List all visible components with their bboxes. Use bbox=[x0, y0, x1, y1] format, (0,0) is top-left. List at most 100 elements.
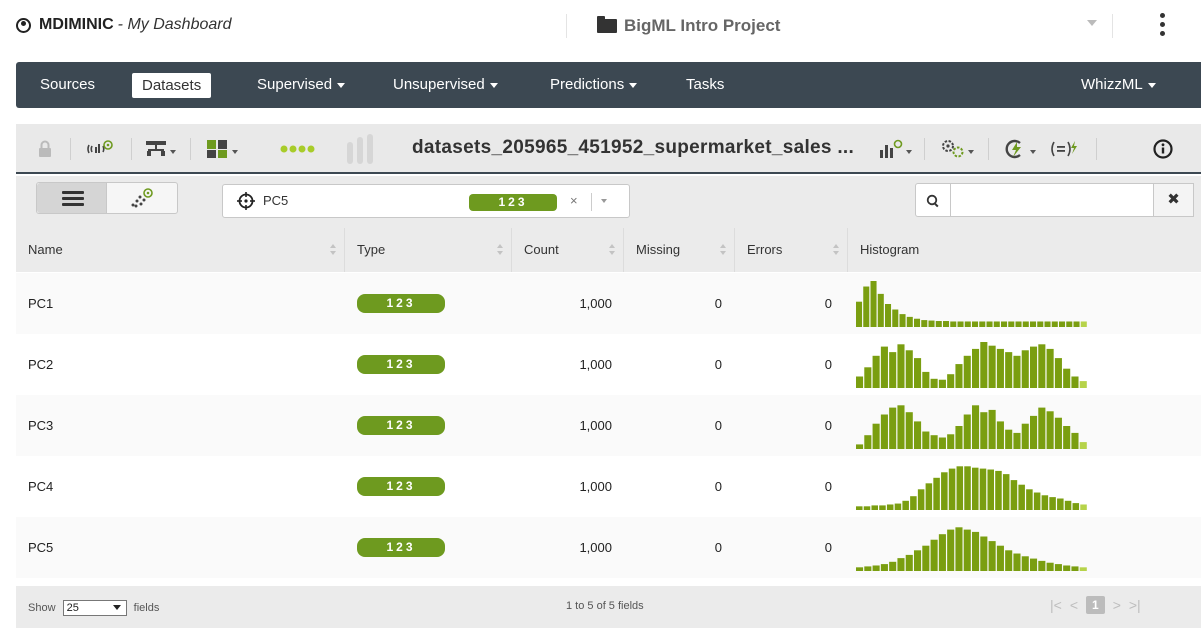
histogram-bar[interactable] bbox=[870, 281, 877, 327]
histogram-bar[interactable] bbox=[1005, 429, 1013, 449]
field-name[interactable]: PC5 bbox=[28, 517, 53, 578]
histogram-bar[interactable] bbox=[885, 304, 892, 327]
nav-sources[interactable]: Sources bbox=[40, 62, 95, 108]
histogram-bar[interactable] bbox=[905, 350, 913, 388]
histogram-bar[interactable] bbox=[980, 342, 988, 388]
histogram-bar[interactable] bbox=[964, 466, 971, 510]
field-selector[interactable]: PC5 123 × bbox=[222, 184, 630, 218]
histogram-bar[interactable] bbox=[963, 355, 971, 388]
histogram-bar[interactable] bbox=[872, 565, 880, 571]
configure-dataset-icon[interactable] bbox=[84, 138, 118, 160]
histogram-bar[interactable] bbox=[897, 344, 905, 388]
histogram-bar[interactable] bbox=[933, 477, 940, 510]
column-header-type[interactable]: Type bbox=[345, 228, 512, 272]
column-header-errors[interactable]: Errors bbox=[735, 228, 848, 272]
last-page-icon[interactable]: >| bbox=[1129, 597, 1141, 613]
histogram[interactable] bbox=[856, 279, 1096, 329]
table-row[interactable]: PC3 123 1,000 0 0 bbox=[16, 395, 1201, 456]
nav-predictions[interactable]: Predictions bbox=[550, 62, 638, 108]
histogram-bar[interactable] bbox=[972, 348, 980, 388]
histogram-bar[interactable] bbox=[1064, 500, 1072, 510]
histogram-bar[interactable] bbox=[1041, 495, 1049, 510]
histogram-bar[interactable] bbox=[856, 506, 863, 510]
histogram-bar[interactable] bbox=[880, 564, 888, 571]
histogram-bar[interactable] bbox=[1063, 426, 1071, 449]
histogram-bar[interactable] bbox=[1005, 352, 1013, 388]
histogram-bar[interactable] bbox=[1010, 480, 1018, 510]
histogram-bar[interactable] bbox=[856, 444, 864, 449]
histogram-bar[interactable] bbox=[856, 567, 864, 571]
histogram-bar[interactable] bbox=[980, 536, 988, 572]
next-page-icon[interactable]: > bbox=[1113, 597, 1121, 613]
first-page-icon[interactable]: |< bbox=[1050, 597, 1062, 613]
histogram-bar[interactable] bbox=[996, 348, 1004, 388]
histogram-bar[interactable] bbox=[880, 346, 888, 388]
histogram-bar[interactable] bbox=[1013, 432, 1021, 449]
histogram-bar[interactable] bbox=[1063, 368, 1071, 388]
histogram[interactable] bbox=[856, 340, 1096, 390]
histogram-bar[interactable] bbox=[1030, 321, 1037, 327]
histogram-bar[interactable] bbox=[917, 489, 925, 510]
histogram-bar[interactable] bbox=[897, 558, 905, 571]
histogram-bar[interactable] bbox=[1071, 432, 1079, 449]
info-icon[interactable] bbox=[1152, 138, 1174, 160]
histogram-bar[interactable] bbox=[914, 358, 922, 388]
field-name[interactable]: PC2 bbox=[28, 334, 53, 395]
histogram-bar[interactable] bbox=[1044, 321, 1051, 327]
histogram-bar[interactable] bbox=[972, 321, 979, 327]
histogram-bar[interactable] bbox=[1071, 376, 1079, 389]
histogram-bar[interactable] bbox=[995, 470, 1002, 510]
search-input[interactable] bbox=[950, 183, 1154, 217]
histogram-bar[interactable] bbox=[1033, 492, 1041, 510]
histogram-bar[interactable] bbox=[1022, 321, 1029, 327]
histogram-bar[interactable] bbox=[938, 379, 946, 388]
histogram-bar[interactable] bbox=[955, 527, 963, 571]
histogram-bar[interactable] bbox=[956, 466, 964, 510]
histogram-bar[interactable] bbox=[1038, 344, 1046, 388]
histogram-bar[interactable] bbox=[930, 378, 938, 388]
one-click-model-icon[interactable] bbox=[1000, 138, 1038, 160]
histogram-bar[interactable] bbox=[892, 309, 899, 327]
nav-tasks[interactable]: Tasks bbox=[686, 62, 724, 108]
current-page[interactable]: 1 bbox=[1086, 596, 1105, 614]
histogram-bar[interactable] bbox=[943, 321, 950, 327]
gears-icon[interactable] bbox=[938, 138, 976, 160]
histogram-bar[interactable] bbox=[972, 531, 980, 571]
histogram-bar[interactable] bbox=[935, 321, 942, 327]
histogram-bar[interactable] bbox=[864, 566, 872, 571]
histogram-bar[interactable] bbox=[1071, 566, 1079, 571]
table-row[interactable]: PC1 123 1,000 0 0 bbox=[16, 273, 1201, 334]
histogram-bar[interactable] bbox=[925, 483, 933, 510]
histogram-bar[interactable] bbox=[955, 364, 963, 388]
histogram-bar[interactable] bbox=[987, 469, 994, 510]
chevron-down-icon[interactable] bbox=[1087, 20, 1097, 26]
user-dashboard-link[interactable]: MDIMINIC - My Dashboard bbox=[16, 16, 231, 34]
histogram-bar[interactable] bbox=[863, 286, 870, 327]
histogram-bar[interactable] bbox=[1021, 423, 1029, 449]
histogram-bar[interactable] bbox=[963, 414, 971, 450]
scatter-view-button[interactable] bbox=[129, 187, 155, 209]
dashboard-chart-icon[interactable] bbox=[878, 138, 912, 160]
histogram[interactable] bbox=[856, 462, 1096, 512]
histogram-bar[interactable] bbox=[1079, 442, 1087, 449]
histogram-bar[interactable] bbox=[947, 434, 955, 449]
histogram-bar[interactable] bbox=[1038, 407, 1046, 449]
histogram-bar[interactable] bbox=[1013, 355, 1021, 388]
histogram-bar[interactable] bbox=[1030, 558, 1038, 571]
histogram-bar[interactable] bbox=[993, 321, 1000, 327]
histogram-bar[interactable] bbox=[1008, 321, 1015, 327]
script-icon[interactable] bbox=[1046, 138, 1082, 160]
histogram-bar[interactable] bbox=[863, 506, 871, 510]
nav-datasets[interactable]: Datasets bbox=[132, 73, 212, 98]
histogram-bar[interactable] bbox=[1079, 381, 1087, 388]
histogram-bar[interactable] bbox=[950, 321, 957, 327]
histogram-bar[interactable] bbox=[914, 421, 922, 449]
histogram-bar[interactable] bbox=[872, 355, 880, 388]
histogram-bar[interactable] bbox=[1046, 562, 1054, 571]
histogram-bar[interactable] bbox=[889, 407, 897, 449]
histogram-bar[interactable] bbox=[1015, 321, 1022, 327]
table-row[interactable]: PC4 123 1,000 0 0 bbox=[16, 456, 1201, 517]
histogram-bar[interactable] bbox=[1054, 417, 1062, 449]
histogram-bar[interactable] bbox=[955, 426, 963, 449]
transform-icon[interactable] bbox=[204, 138, 240, 160]
